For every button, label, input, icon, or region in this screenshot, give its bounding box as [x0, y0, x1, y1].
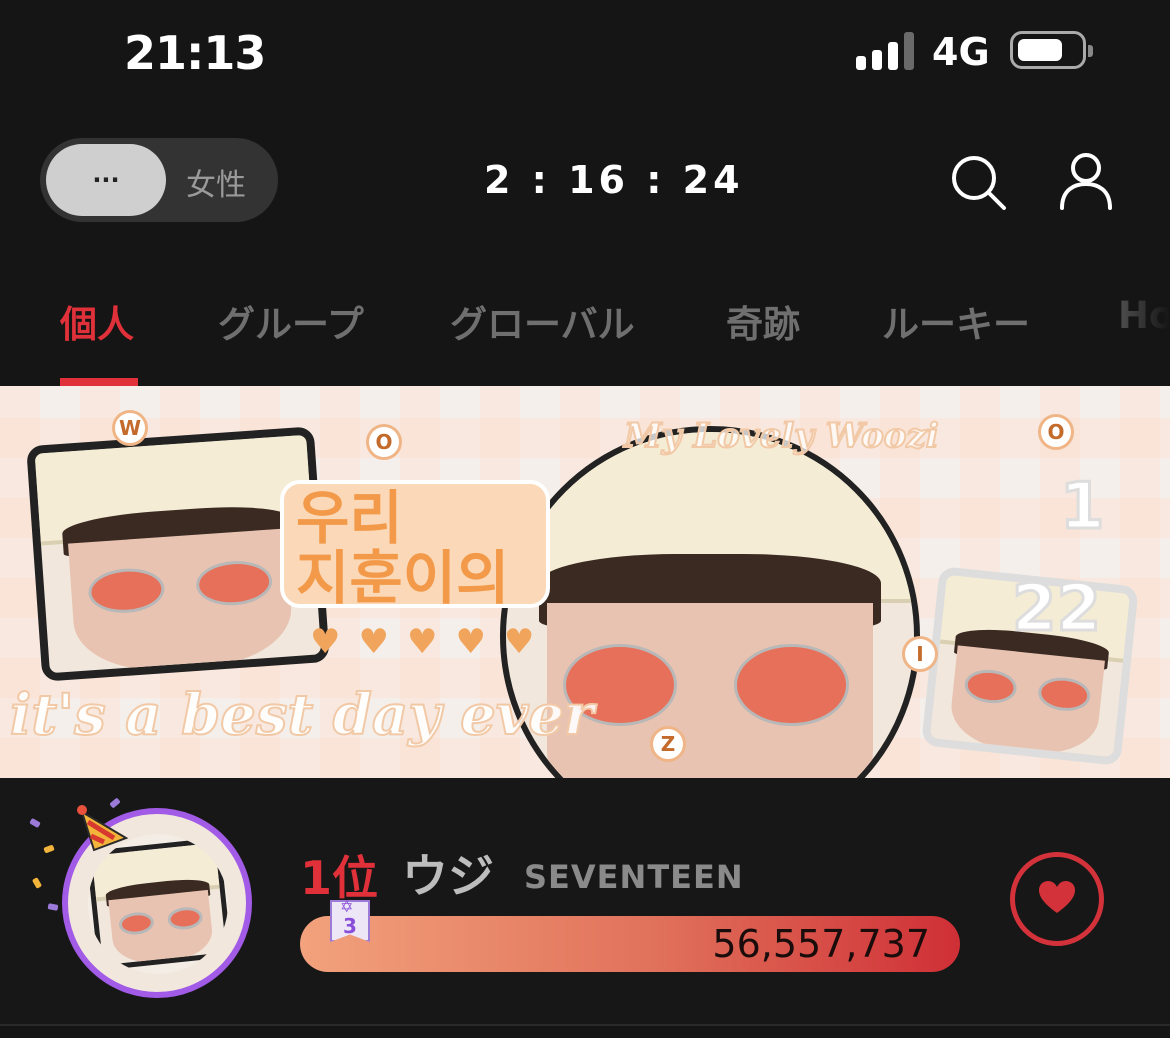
party-hat-icon — [74, 798, 134, 858]
tab-group[interactable]: グループ — [218, 294, 364, 348]
user-icon[interactable] — [1054, 150, 1118, 214]
status-time: 21:13 — [124, 26, 266, 80]
circle-letter: W — [112, 410, 148, 446]
gender-toggle[interactable]: ··· 女性 — [40, 138, 278, 222]
toggle-option-female[interactable]: 女性 — [186, 160, 246, 204]
banner-script-top: My Lovely Woozi — [623, 415, 940, 457]
tab-individual[interactable]: 個人 — [60, 294, 134, 348]
star-icon: ✡ — [340, 897, 354, 916]
tab-global[interactable]: グローバル — [450, 294, 635, 348]
banner-script-bottom: it's a best day ever — [9, 681, 595, 749]
signal-icon — [856, 32, 914, 70]
banner-title-line1: 우리 — [296, 484, 403, 552]
vote-heart-button[interactable] — [1010, 852, 1104, 946]
event-banner[interactable]: 우리 지훈이의 ♥♥♥♥♥ it's a best day ever My Lo… — [0, 386, 1170, 778]
banner-title-line2: 지훈이의 — [296, 544, 510, 612]
artist-name[interactable]: ウジ — [402, 840, 494, 906]
network-type: 4G — [932, 30, 990, 74]
countdown-timer: 2 : 16 : 24 — [484, 158, 744, 202]
banner-date-day: 22 — [1010, 571, 1102, 648]
battery-icon — [1010, 31, 1093, 69]
search-icon[interactable] — [946, 150, 1010, 214]
tab-miracle[interactable]: 奇跡 — [726, 294, 800, 348]
circle-letter: I — [902, 636, 938, 672]
circle-letter: O — [1038, 414, 1074, 450]
group-name: SEVENTEEN — [524, 858, 744, 896]
tab-rookie[interactable]: ルーキー — [882, 294, 1030, 348]
category-tabs: 個人 グループ グローバル 奇跡 ルーキー Ho — [0, 270, 1170, 386]
status-bar: 21:13 4G — [0, 0, 1170, 110]
heart-icon — [1037, 879, 1077, 919]
vote-progress-bar: 56,557,737 — [300, 916, 960, 972]
circle-letter: O — [366, 424, 402, 460]
vote-count: 56,557,737 — [712, 922, 930, 966]
banner-date-month: 1 — [1059, 469, 1107, 546]
banner-title: 우리 지훈이의 — [280, 480, 550, 608]
circle-letter: Z — [650, 726, 686, 762]
rank-position: 1位 — [300, 851, 379, 905]
toggle-option-all[interactable]: ··· — [46, 144, 166, 216]
heart-row-icon: ♥♥♥♥♥ — [310, 622, 553, 662]
active-tab-indicator — [60, 378, 138, 386]
